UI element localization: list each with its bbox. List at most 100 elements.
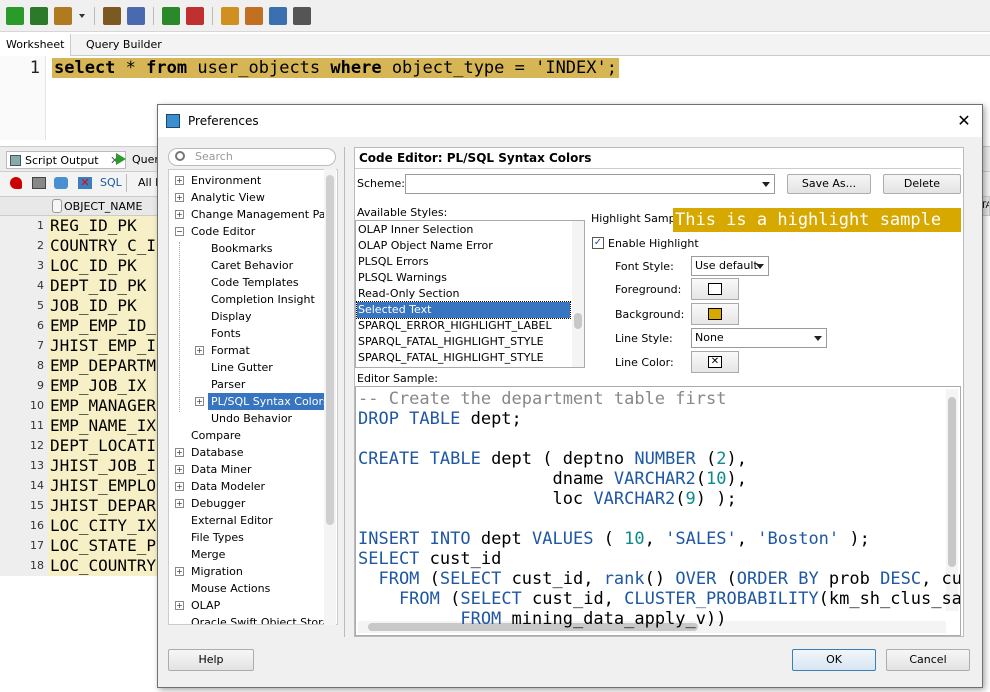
- tree-item-change-management-param[interactable]: Change Management Param: [191, 206, 337, 223]
- save-as-button[interactable]: Save As...: [787, 174, 871, 194]
- tree-item-analytic-view[interactable]: Analytic View: [191, 189, 265, 206]
- table-row[interactable]: 3 LOC_ID_PK: [0, 256, 160, 276]
- table-row[interactable]: 17 LOC_STATE_P: [0, 536, 160, 556]
- object-name-cell[interactable]: LOC_STATE_P: [48, 536, 160, 556]
- history-icon[interactable]: [269, 6, 287, 25]
- unshared-sql-icon[interactable]: [221, 6, 239, 25]
- tree-item-bookmarks[interactable]: Bookmarks: [211, 240, 272, 257]
- run-script-icon[interactable]: [30, 6, 48, 25]
- foreground-color-button[interactable]: [691, 278, 739, 300]
- enable-highlight-checkbox[interactable]: ✓: [592, 237, 604, 249]
- table-row[interactable]: 8 EMP_DEPARTM: [0, 356, 160, 376]
- object-name-cell[interactable]: EMP_JOB_IX: [48, 376, 160, 396]
- expand-icon[interactable]: +: [175, 482, 184, 491]
- collapse-icon[interactable]: −: [175, 227, 184, 236]
- style-list-item[interactable]: PLSQL Warnings: [357, 270, 570, 286]
- table-row[interactable]: 18 LOC_COUNTRY: [0, 556, 160, 576]
- delete-button[interactable]: Delete: [883, 174, 961, 194]
- table-row[interactable]: 7 JHIST_EMP_I: [0, 336, 160, 356]
- help-button[interactable]: Help: [168, 649, 254, 671]
- table-row[interactable]: 6 EMP_EMP_ID_: [0, 316, 160, 336]
- object-name-cell[interactable]: LOC_COUNTRY: [48, 556, 160, 576]
- style-list-item[interactable]: SPARQL_FATAL_HIGHLIGHT_STYLE: [357, 334, 570, 350]
- object-name-cell[interactable]: DEPT_LOCATI: [48, 436, 160, 456]
- ok-button[interactable]: OK: [792, 649, 876, 671]
- styles-scrollbar[interactable]: [572, 221, 584, 367]
- tree-item-debugger[interactable]: Debugger: [191, 495, 245, 512]
- pin-icon[interactable]: [10, 177, 22, 189]
- object-name-cell[interactable]: EMP_DEPARTM: [48, 356, 160, 376]
- autotrace-icon[interactable]: [54, 6, 72, 25]
- object-name-cell[interactable]: EMP_EMP_ID_: [48, 316, 160, 336]
- tree-item-display[interactable]: Display: [211, 308, 252, 325]
- table-row[interactable]: 15 JHIST_DEPAR: [0, 496, 160, 516]
- object-name-cell[interactable]: COUNTRY_C_I: [48, 236, 160, 256]
- expand-icon[interactable]: +: [195, 346, 204, 355]
- tree-item-caret-behavior[interactable]: Caret Behavior: [211, 257, 293, 274]
- object-name-cell[interactable]: DEPT_ID_PK: [48, 276, 160, 296]
- line-color-button[interactable]: ✕: [691, 351, 739, 373]
- search-input[interactable]: Search: [168, 148, 336, 166]
- print-icon[interactable]: [32, 177, 46, 189]
- tree-item-oracle-swift-object-storage[interactable]: Oracle Swift Object Storage: [191, 614, 337, 624]
- object-name-cell[interactable]: LOC_CITY_IX: [48, 516, 160, 536]
- commit-icon[interactable]: [162, 6, 180, 25]
- expand-icon[interactable]: +: [175, 448, 184, 457]
- table-row[interactable]: 16 LOC_CITY_IX: [0, 516, 160, 536]
- style-list-item[interactable]: Selected Text: [356, 301, 571, 319]
- style-list-item[interactable]: SPARQL_FATAL_HIGHLIGHT_STYLE: [357, 350, 570, 366]
- style-list-item[interactable]: PLSQL Errors: [357, 254, 570, 270]
- tree-item-pl-sql-syntax-colors[interactable]: PL/SQL Syntax Colors: [208, 393, 332, 410]
- sql-button[interactable]: SQL: [100, 176, 122, 189]
- refresh-icon[interactable]: [54, 177, 68, 189]
- tree-item-environment[interactable]: Environment: [191, 172, 261, 189]
- expand-icon[interactable]: +: [175, 210, 184, 219]
- tree-item-file-types[interactable]: File Types: [191, 529, 244, 546]
- object-name-cell[interactable]: JOB_ID_PK: [48, 296, 160, 316]
- table-row[interactable]: 11 EMP_NAME_IX: [0, 416, 160, 436]
- cancel-button[interactable]: Cancel: [886, 649, 970, 671]
- tab-script-output[interactable]: Script Output ✕: [6, 151, 127, 169]
- style-list-item[interactable]: OLAP Object Name Error: [357, 238, 570, 254]
- tree-item-data-miner[interactable]: Data Miner: [191, 461, 252, 478]
- expand-icon[interactable]: +: [175, 499, 184, 508]
- explain-plan-icon[interactable]: [103, 6, 121, 25]
- object-name-cell[interactable]: LOC_ID_PK: [48, 256, 160, 276]
- expand-icon[interactable]: +: [195, 397, 204, 406]
- dropdown-icon[interactable]: [78, 7, 86, 25]
- table-row[interactable]: 4 DEPT_ID_PK: [0, 276, 160, 296]
- style-list-item[interactable]: SPARQL_WARNING_HIGHLIGHT_STYLE: [357, 366, 570, 367]
- sql-tuning-icon[interactable]: [127, 6, 145, 25]
- tree-item-code-editor[interactable]: Code Editor: [191, 223, 255, 240]
- tree-item-format[interactable]: Format: [211, 342, 250, 359]
- splitter[interactable]: [344, 147, 345, 637]
- tree-item-fonts[interactable]: Fonts: [211, 325, 241, 342]
- tree-scrollbar-thumb[interactable]: [326, 175, 334, 525]
- line-style-select[interactable]: None: [691, 328, 827, 348]
- object-name-cell[interactable]: JHIST_DEPAR: [48, 496, 160, 516]
- tree-item-line-gutter[interactable]: Line Gutter: [211, 359, 273, 376]
- sample-vertical-thumb[interactable]: [948, 397, 956, 567]
- styles-scrollbar-thumb[interactable]: [574, 313, 582, 329]
- expand-icon[interactable]: +: [175, 465, 184, 474]
- expand-icon[interactable]: +: [175, 193, 184, 202]
- tree-item-data-modeler[interactable]: Data Modeler: [191, 478, 265, 495]
- style-list-item[interactable]: SPARQL_ERROR_HIGHLIGHT_LABEL: [357, 318, 570, 334]
- style-list-item[interactable]: OLAP Inner Selection: [357, 222, 570, 238]
- tree-item-migration[interactable]: Migration: [191, 563, 243, 580]
- expand-icon[interactable]: +: [175, 601, 184, 610]
- styles-list[interactable]: OLAP Inner Selection OLAP Object Name Err…: [355, 220, 585, 368]
- scheme-select[interactable]: [405, 174, 775, 194]
- tree-item-mouse-actions[interactable]: Mouse Actions: [191, 580, 270, 597]
- tree-item-merge[interactable]: Merge: [191, 546, 225, 563]
- format-icon[interactable]: [293, 6, 311, 25]
- table-row[interactable]: 5 JOB_ID_PK: [0, 296, 160, 316]
- object-name-cell[interactable]: JHIST_EMP_I: [48, 336, 160, 356]
- tree-item-compare[interactable]: Compare: [191, 427, 241, 444]
- object-name-cell[interactable]: JHIST_EMPLO: [48, 476, 160, 496]
- table-row[interactable]: 1 REG_ID_PK: [0, 216, 160, 236]
- expand-icon[interactable]: +: [175, 176, 184, 185]
- table-row[interactable]: 9 EMP_JOB_IX: [0, 376, 160, 396]
- column-header[interactable]: OBJECT_NAME: [0, 196, 160, 216]
- tab-query-builder[interactable]: Query Builder: [80, 34, 168, 56]
